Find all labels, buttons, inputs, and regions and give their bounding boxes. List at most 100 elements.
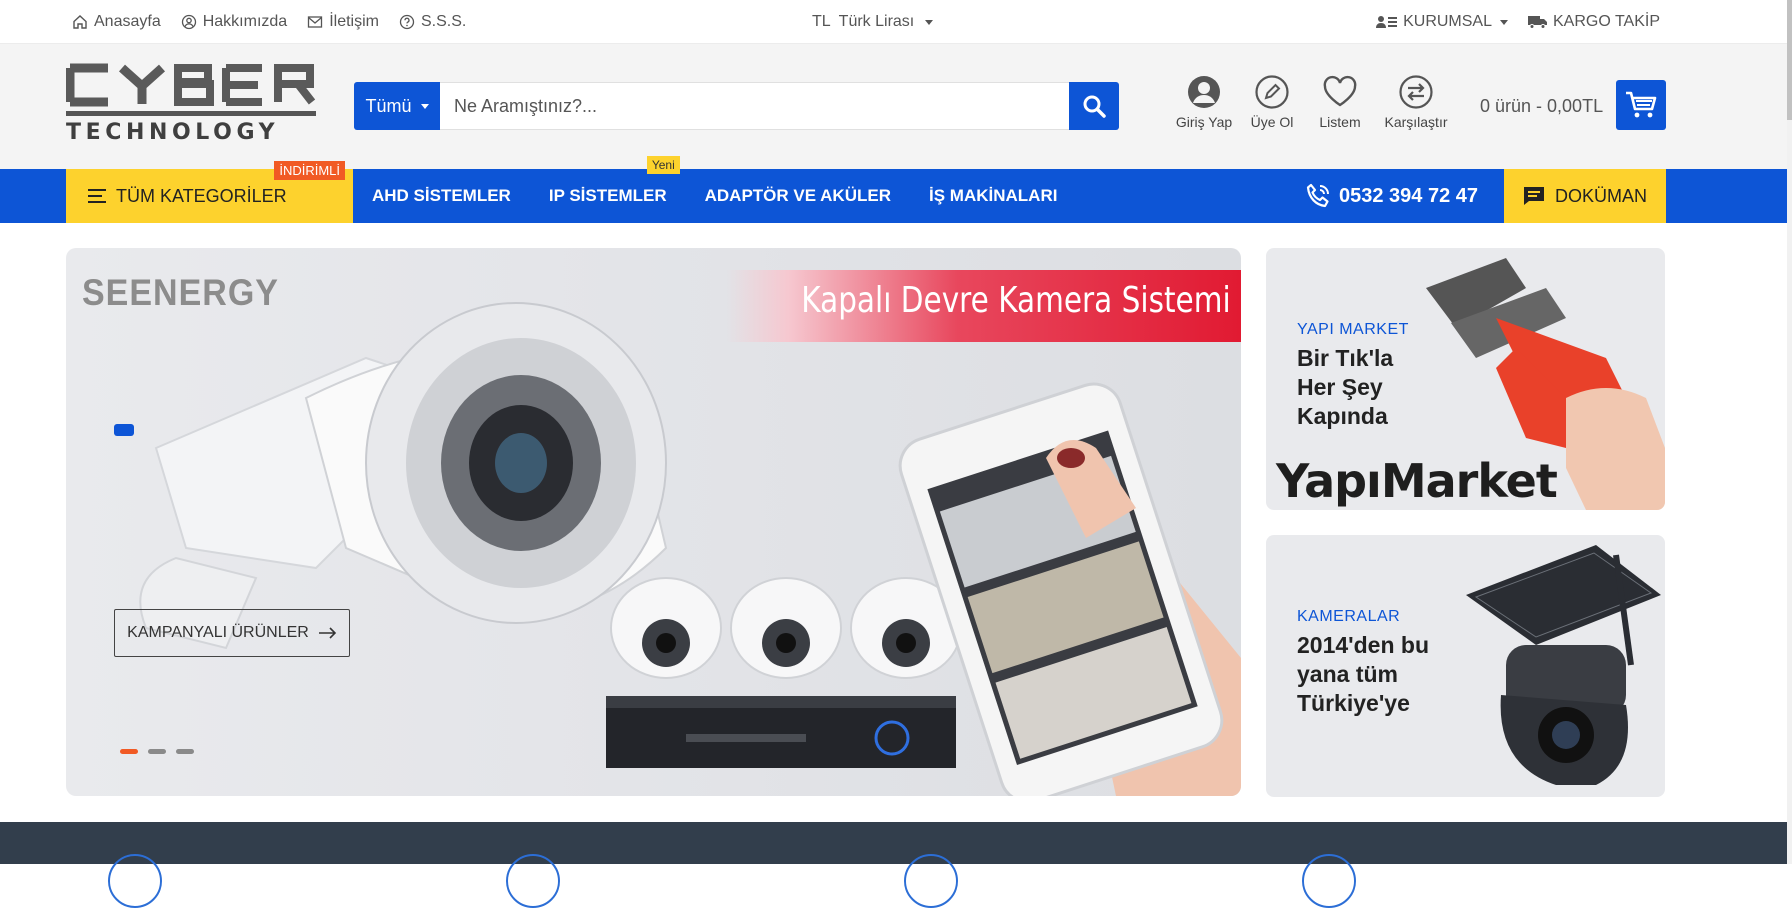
nav-item-label: ADAPTÖR VE AKÜLER xyxy=(704,186,891,205)
all-categories-label: TÜM KATEGORİLER xyxy=(116,185,287,206)
slider-pagination xyxy=(120,749,194,754)
search-bar: Tümü xyxy=(354,82,1119,130)
feature-icon xyxy=(506,854,560,908)
banner-tag: KAMERALAR xyxy=(1297,608,1401,625)
nav-links: AHD SİSTEMLER IP SİSTEMLER Yeni ADAPTÖR … xyxy=(372,156,1057,223)
wishlist-label: Listem xyxy=(1319,114,1361,130)
heart-icon xyxy=(1323,75,1357,107)
contact-link-label: İletişim xyxy=(329,13,379,30)
search-category-dropdown[interactable]: Tümü xyxy=(354,82,440,130)
seenergy-logo: SEENERGY xyxy=(82,272,279,314)
scrollbar-thumb[interactable] xyxy=(1787,0,1792,120)
nav-item-label: İŞ MAKİNALARI xyxy=(929,186,1058,205)
top-bar: Anasayfa Hakkımızda İletişim S.S.S. TL T… xyxy=(0,0,1792,44)
search-category-label: Tümü xyxy=(365,95,412,116)
search-button[interactable] xyxy=(1069,82,1119,130)
hero-slider[interactable]: SEENERGY Kapalı Devre Kamera Sistemi KAM… xyxy=(66,248,1241,796)
nav-item-ahd[interactable]: AHD SİSTEMLER xyxy=(372,186,511,206)
features-strip xyxy=(0,822,1787,908)
about-link[interactable]: Hakkımızda xyxy=(181,13,287,31)
wishlist-button[interactable]: Listem xyxy=(1306,74,1374,130)
corporate-label: KURUMSAL xyxy=(1403,13,1492,30)
message-icon xyxy=(1523,187,1544,205)
currency-symbol: TL xyxy=(812,13,831,30)
faq-link-label: S.S.S. xyxy=(420,13,467,30)
currency-selector[interactable]: TL Türk Lirası xyxy=(812,0,934,44)
logo-wordmark xyxy=(65,63,316,107)
discount-badge: İNDİRİMLİ xyxy=(274,161,345,180)
cargo-label: KARGO TAKİP xyxy=(1553,13,1660,30)
arrow-right-icon xyxy=(318,627,336,639)
cart-icon xyxy=(1626,91,1657,118)
header-actions: Giriş Yap Üye Ol Listem Karşılaştır xyxy=(1170,74,1458,130)
corporate-dropdown[interactable]: KURUMSAL xyxy=(1376,13,1508,31)
feature-icon xyxy=(108,854,162,908)
cart-summary[interactable]: 0 ürün - 0,00TL xyxy=(1480,96,1603,117)
faq-link[interactable]: S.S.S. xyxy=(399,13,466,31)
new-badge: Yeni xyxy=(646,156,680,174)
campaign-products-button[interactable]: KAMPANYALI ÜRÜNLER xyxy=(114,609,350,657)
logo-subtitle: TECHNOLOGY xyxy=(66,120,280,145)
document-label: DOKÜMAN xyxy=(1554,185,1647,206)
register-button[interactable]: Üye Ol xyxy=(1238,74,1306,130)
banner-title-line: Türkiye'ye xyxy=(1297,690,1410,716)
banner-title: 2014'den bu yana tüm Türkiye'ye xyxy=(1297,631,1429,718)
register-label: Üye Ol xyxy=(1250,114,1294,130)
phone-icon xyxy=(1306,183,1329,208)
feature-icon xyxy=(904,854,958,908)
campaign-products-label: KAMPANYALI ÜRÜNLER xyxy=(127,624,309,641)
home-icon xyxy=(73,15,87,29)
banner-title-line: Bir Tık'la xyxy=(1297,345,1394,371)
login-button[interactable]: Giriş Yap xyxy=(1170,74,1238,130)
cctv-camera-image xyxy=(139,302,668,650)
feature-icon xyxy=(1302,854,1356,908)
chevron-down-icon xyxy=(420,103,429,109)
all-categories-button[interactable]: TÜM KATEGORİLER İNDİRİMLİ xyxy=(66,161,353,223)
nav-item-machines[interactable]: İŞ MAKİNALARI xyxy=(929,186,1057,206)
home-link[interactable]: Anasayfa xyxy=(72,13,161,31)
compare-icon xyxy=(1399,75,1433,109)
banner-title-line: yana tüm xyxy=(1297,661,1398,687)
nav-item-ip[interactable]: IP SİSTEMLER Yeni xyxy=(548,156,680,206)
logo[interactable]: TECHNOLOGY xyxy=(65,62,322,148)
header: TECHNOLOGY Tümü Giriş Yap Üye Ol Listem … xyxy=(0,44,1792,169)
user-circle-icon xyxy=(181,14,196,30)
nav-item-adapters[interactable]: ADAPTÖR VE AKÜLER xyxy=(705,186,891,206)
banner-title-line: Kapında xyxy=(1297,403,1388,429)
yapimarket-logo: YapıMarket xyxy=(1276,454,1558,508)
logo-bar xyxy=(66,111,316,116)
menu-icon xyxy=(88,189,106,203)
contact-link[interactable]: İletişim xyxy=(307,13,379,31)
yapi-market-banner[interactable]: YAPI MARKET Bir Tık'la Her Şey Kapında Y… xyxy=(1266,248,1665,510)
search-input[interactable] xyxy=(440,82,1069,130)
compare-button[interactable]: Karşılaştır xyxy=(1374,74,1458,130)
about-link-label: Hakkımızda xyxy=(202,13,288,30)
banner-title-line: 2014'den bu xyxy=(1297,632,1430,658)
login-label: Giriş Yap xyxy=(1175,114,1233,130)
banner-title: Bir Tık'la Her Şey Kapında xyxy=(1297,344,1393,431)
user-icon xyxy=(1188,76,1220,108)
compare-label: Karşılaştır xyxy=(1384,114,1448,130)
nav-item-label: IP SİSTEMLER xyxy=(548,186,667,205)
main-nav: TÜM KATEGORİLER İNDİRİMLİ AHD SİSTEMLER … xyxy=(0,156,1787,223)
cameras-banner[interactable]: KAMERALAR 2014'den bu yana tüm Türkiye'y… xyxy=(1266,535,1665,797)
truck-icon xyxy=(1528,16,1547,29)
nav-item-label: AHD SİSTEMLER xyxy=(372,186,511,205)
slide-dot[interactable] xyxy=(120,749,138,754)
top-right-links: KURUMSAL KARGO TAKİP xyxy=(1376,0,1660,44)
slider-headline: Kapalı Devre Kamera Sistemi xyxy=(801,280,1231,321)
chevron-down-icon xyxy=(925,19,934,25)
cargo-tracking-link[interactable]: KARGO TAKİP xyxy=(1528,13,1660,31)
scrollbar[interactable] xyxy=(1787,0,1792,864)
mail-icon xyxy=(308,16,323,28)
phone-link[interactable]: 0532 394 72 47 xyxy=(1305,169,1478,223)
currency-label: Türk Lirası xyxy=(838,13,915,30)
search-icon xyxy=(1083,95,1106,118)
top-links: Anasayfa Hakkımızda İletişim S.S.S. xyxy=(72,0,466,44)
document-button[interactable]: DOKÜMAN xyxy=(1504,169,1666,223)
slide-dot[interactable] xyxy=(176,749,194,754)
phone-number: 0532 394 72 47 xyxy=(1339,184,1479,207)
slide-dot[interactable] xyxy=(148,749,166,754)
headline-band: Kapalı Devre Kamera Sistemi xyxy=(726,270,1241,342)
cart-button[interactable] xyxy=(1616,80,1666,130)
